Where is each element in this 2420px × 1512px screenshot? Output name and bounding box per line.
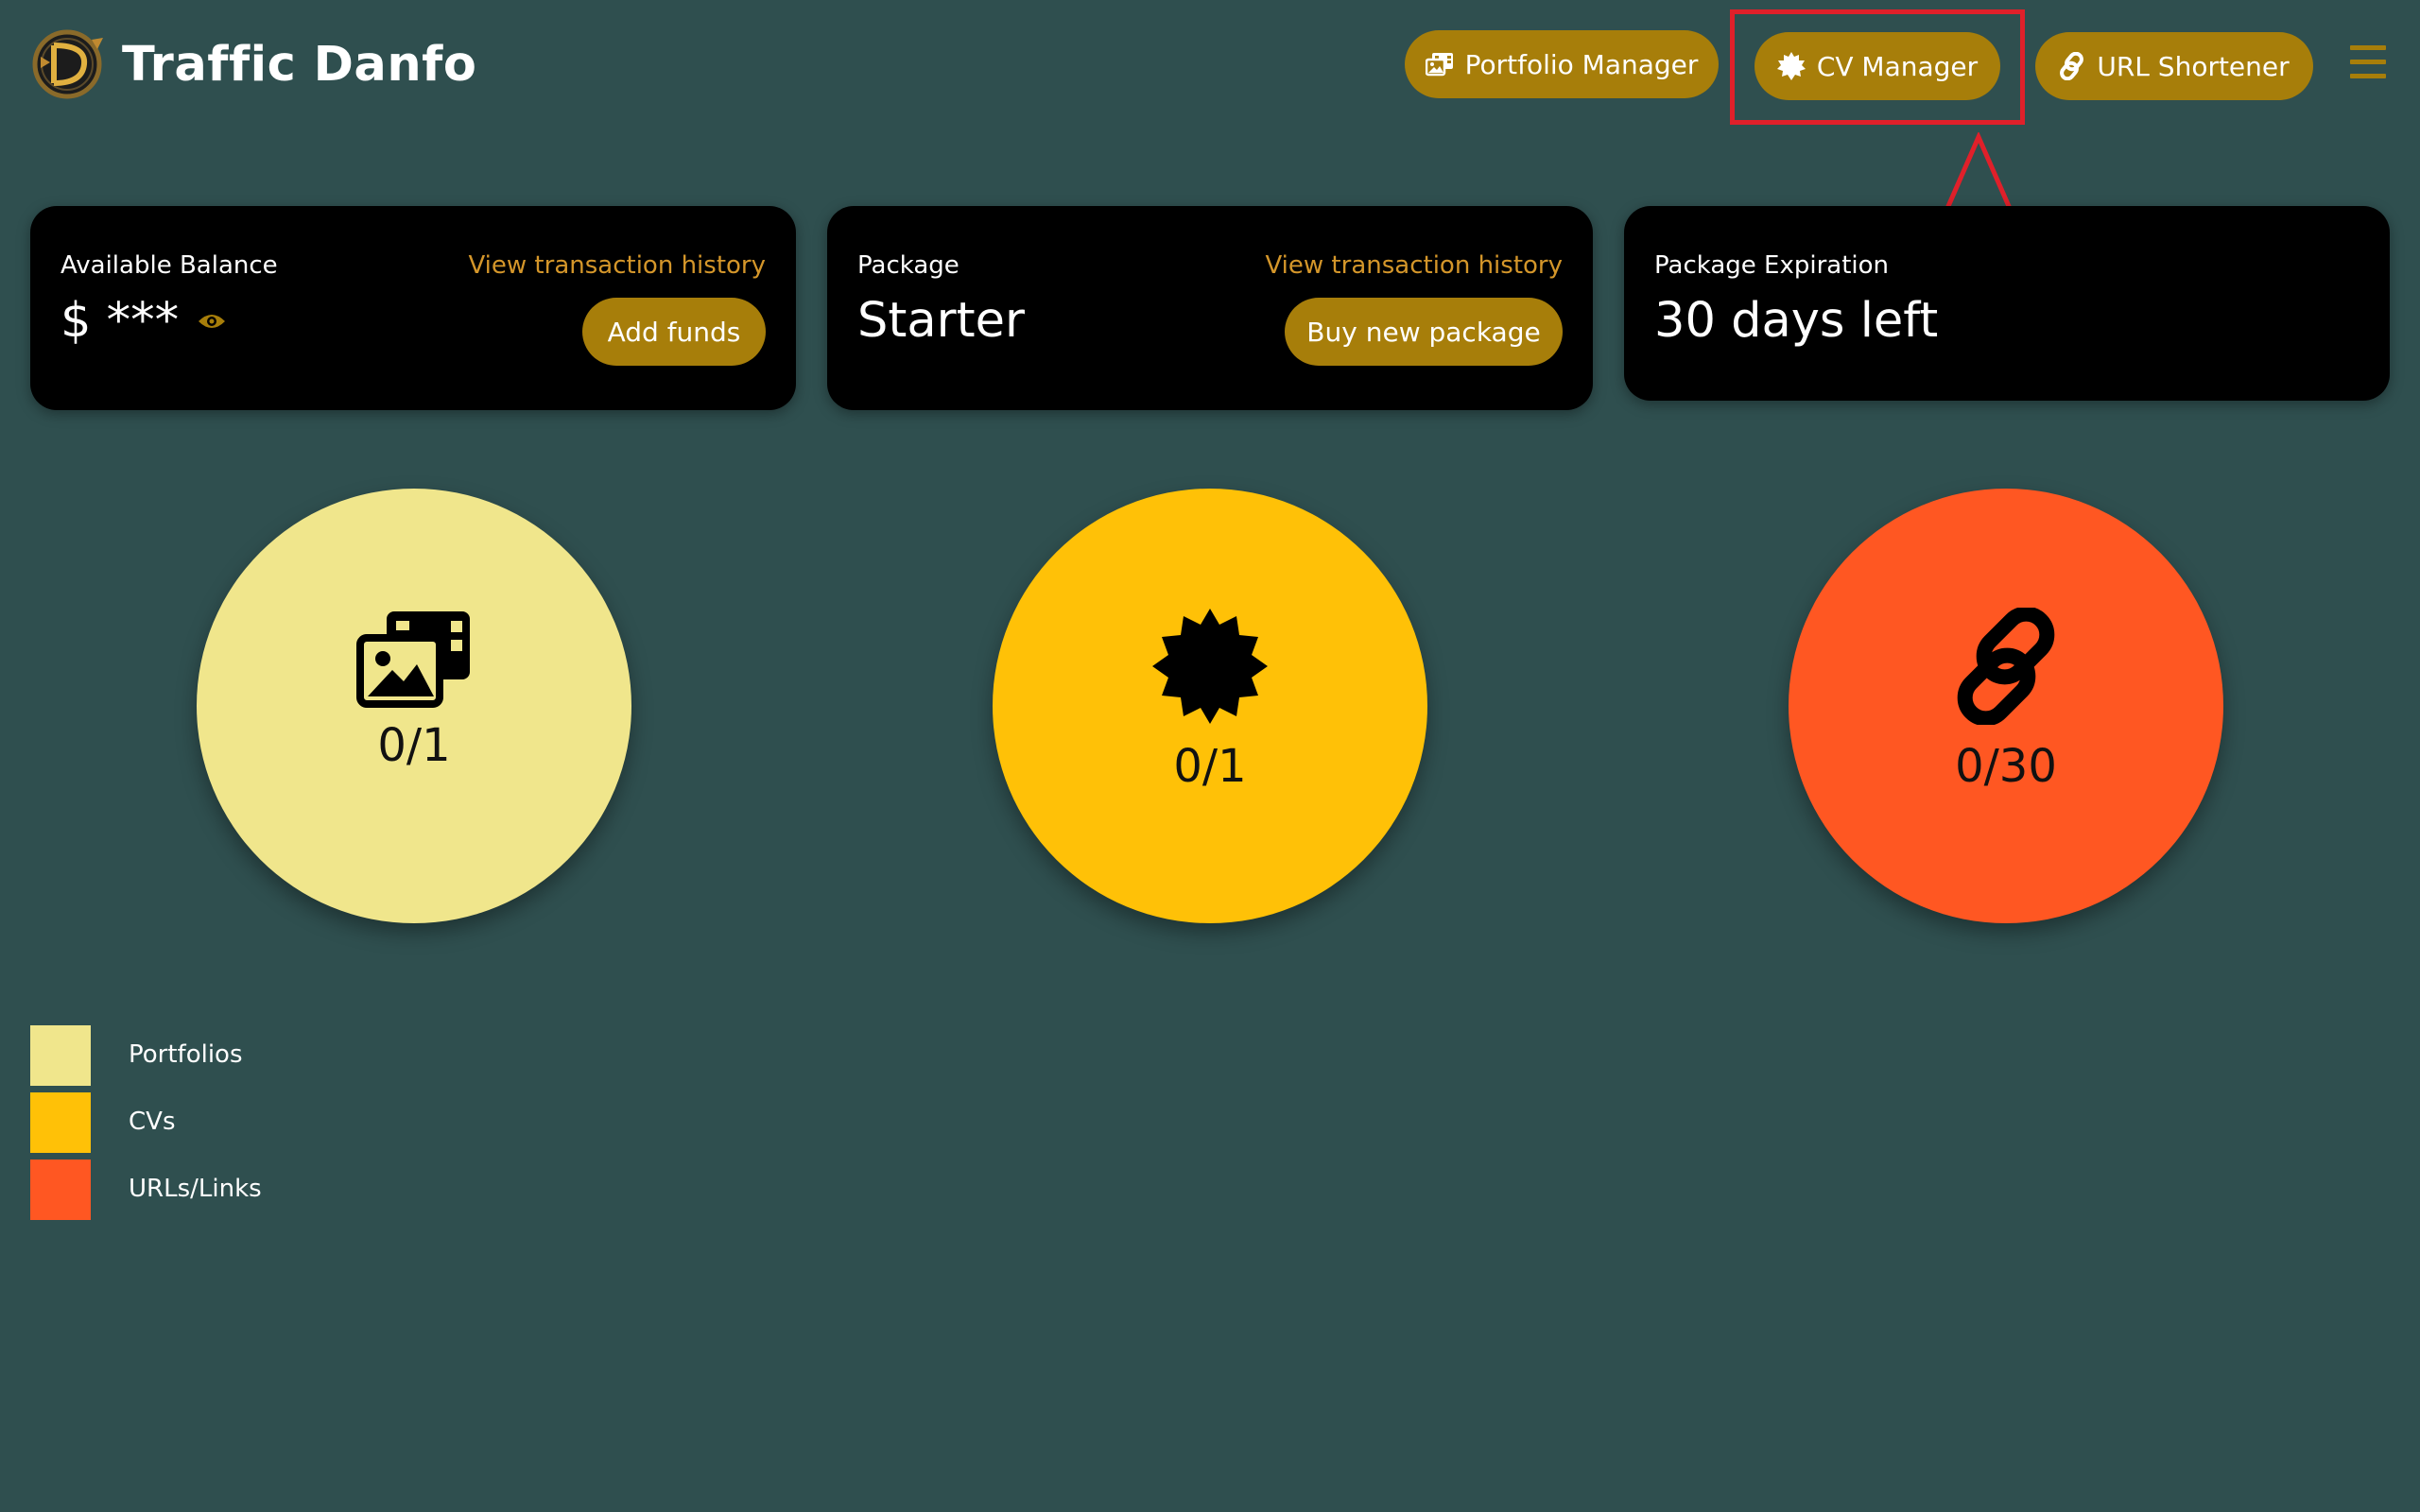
expiration-card: Package Expiration 30 days left <box>1624 206 2390 401</box>
legend-swatch <box>30 1160 91 1220</box>
images-icon <box>1425 53 1453 77</box>
highlight-box <box>1730 9 2025 125</box>
buy-new-package-button[interactable]: Buy new package <box>1285 298 1563 366</box>
legend-swatch <box>30 1092 91 1153</box>
package-card: Package View transaction history Starter… <box>827 206 1593 410</box>
expiration-value: 30 days left <box>1654 293 1939 349</box>
transaction-history-link[interactable]: View transaction history <box>468 251 766 280</box>
link-icon <box>2060 52 2084 80</box>
portfolio-manager-label: Portfolio Manager <box>1464 48 1699 80</box>
logo-icon <box>32 29 103 99</box>
balance-value-row: $ *** <box>60 293 226 349</box>
cvs-stat-circle: 0/1 <box>993 489 1427 923</box>
urls-stat-circle: 0/30 <box>1789 489 2223 923</box>
portfolio-manager-button[interactable]: Portfolio Manager <box>1405 30 1719 98</box>
urls-count: 0/30 <box>1955 740 2057 793</box>
brand-name: Traffic Danfo <box>122 36 477 93</box>
package-value: Starter <box>857 293 1025 349</box>
eye-icon[interactable] <box>198 312 226 331</box>
hamburger-menu-icon[interactable] <box>2350 45 2386 83</box>
expiration-label: Package Expiration <box>1654 251 1890 280</box>
transaction-history-link[interactable]: View transaction history <box>1265 251 1563 280</box>
url-shortener-button[interactable]: URL Shortener <box>2035 32 2313 100</box>
legend-label: URLs/Links <box>129 1175 262 1203</box>
balance-label: Available Balance <box>60 251 278 280</box>
cvs-count: 0/1 <box>1173 740 1247 793</box>
portfolios-count: 0/1 <box>377 719 451 772</box>
package-label: Package <box>857 251 959 280</box>
legend-swatch <box>30 1025 91 1086</box>
balance-card: Available Balance View transaction histo… <box>30 206 796 410</box>
images-icon <box>356 611 470 708</box>
legend-label: Portfolios <box>129 1040 243 1069</box>
legend-label: CVs <box>129 1108 176 1136</box>
add-funds-button[interactable]: Add funds <box>582 298 766 366</box>
brand-logo[interactable]: Traffic Danfo <box>31 28 476 100</box>
balance-value: $ *** <box>60 293 180 349</box>
url-shortener-label: URL Shortener <box>2097 50 2290 82</box>
portfolios-stat-circle: 0/1 <box>197 489 631 923</box>
certificate-icon <box>1152 609 1268 724</box>
link-icon <box>1957 608 2055 725</box>
